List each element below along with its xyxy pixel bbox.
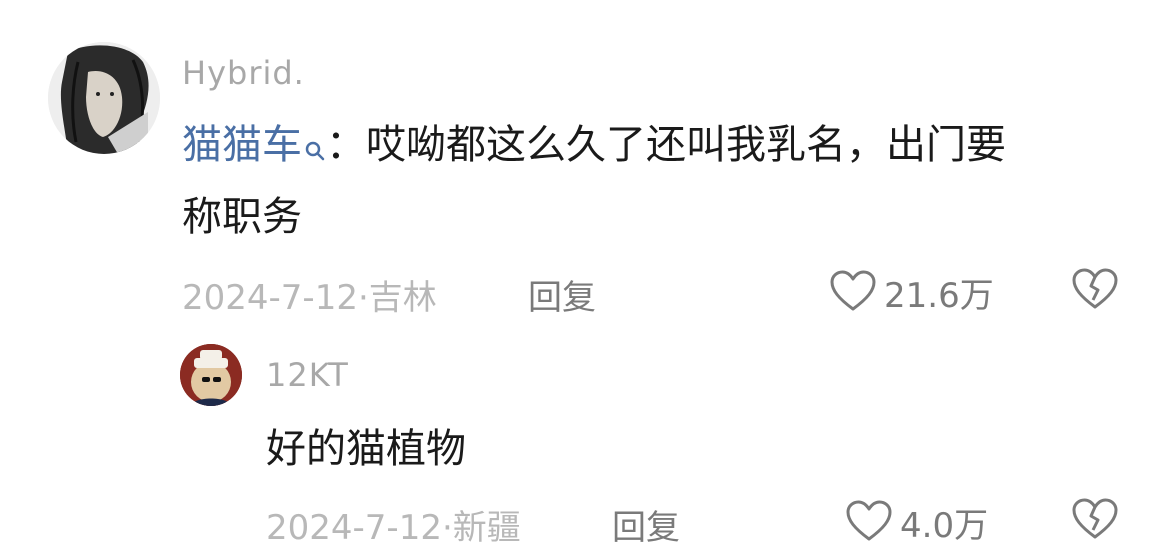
comment-text: 猫猫车 ：哎呦都这么久了还叫我乳名，出门要 <box>182 114 1006 180</box>
comment-text-line2: 称职务 <box>182 194 302 240</box>
comment-text-line1: 哎呦都这么久了还叫我乳名，出门要 <box>366 122 1006 168</box>
broken-heart-icon <box>1072 498 1118 544</box>
username[interactable]: Hybrid. <box>182 54 305 92</box>
dislike-button[interactable] <box>1072 498 1118 544</box>
like-count: 4.0万 <box>900 506 989 546</box>
comment-date: 2024-7-12· <box>182 278 369 318</box>
comment-date: 2024-7-12· <box>266 508 453 548</box>
mention-separator: ： <box>326 122 366 168</box>
hybrid-avatar-image <box>48 42 160 154</box>
username[interactable]: 12KT <box>266 356 349 394</box>
comment-text: 好的猫植物 <box>266 426 466 472</box>
dislike-button[interactable] <box>1072 268 1118 314</box>
comment-meta: 2024-7-12·吉林 <box>182 270 437 319</box>
reply-button[interactable]: 回复 <box>612 500 680 549</box>
heart-outline-icon <box>846 500 892 546</box>
comment-location: 吉林 <box>368 278 437 318</box>
like-count: 21.6万 <box>884 276 994 316</box>
12kt-avatar-image <box>180 344 242 406</box>
comment-meta: 2024-7-12·新疆 <box>266 500 521 549</box>
like-button[interactable]: 4.0万 <box>846 498 988 547</box>
broken-heart-icon <box>1072 268 1118 314</box>
like-button[interactable]: 21.6万 <box>830 268 994 317</box>
comment-location: 新疆 <box>452 508 521 548</box>
reply-button[interactable]: 回复 <box>528 270 596 319</box>
heart-outline-icon <box>830 270 876 316</box>
mention-link[interactable]: 猫猫车 <box>182 122 302 168</box>
avatar[interactable] <box>48 42 160 154</box>
avatar[interactable] <box>180 344 242 406</box>
search-icon <box>304 118 326 180</box>
